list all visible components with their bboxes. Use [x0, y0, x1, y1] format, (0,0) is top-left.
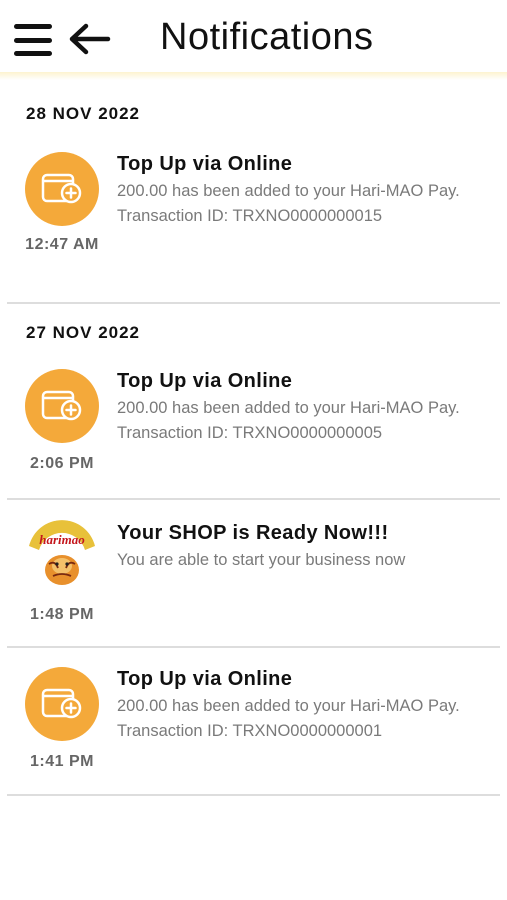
notification-item[interactable]: harimao 1:48 PM Your SHOP is Ready Now!!…	[0, 500, 507, 646]
notification-title: Top Up via Online	[117, 153, 293, 175]
notification-title: Top Up via Online	[117, 370, 293, 392]
notification-body: 200.00 has been added to your Hari-MAO P…	[117, 697, 460, 740]
notification-item[interactable]: 1:41 PM Top Up via Online 200.00 has bee…	[0, 648, 507, 794]
date-header: 27 NOV 2022	[26, 323, 141, 342]
notification-time: 2:06 PM	[30, 455, 94, 472]
hamburger-menu-icon[interactable]	[14, 24, 52, 56]
wallet-add-icon	[25, 152, 99, 226]
date-header: 28 NOV 2022	[26, 104, 141, 123]
notification-title: Top Up via Online	[117, 668, 293, 690]
back-arrow-icon[interactable]	[68, 22, 112, 56]
notification-body: 200.00 has been added to your Hari-MAO P…	[117, 182, 460, 225]
notification-item[interactable]: 12:47 AM Top Up via Online 200.00 has be…	[0, 128, 507, 302]
wallet-add-icon	[25, 667, 99, 741]
notification-body: 200.00 has been added to your Hari-MAO P…	[117, 399, 460, 442]
header-shadow	[0, 72, 507, 80]
notification-item[interactable]: 2:06 PM Top Up via Online 200.00 has bee…	[0, 344, 507, 498]
page-title: Notifications	[160, 16, 374, 58]
divider	[7, 794, 500, 796]
notification-body: You are able to start your business now	[117, 551, 406, 569]
notification-time: 12:47 AM	[25, 236, 99, 253]
notification-time: 1:41 PM	[30, 753, 94, 770]
harimao-logo: harimao	[25, 520, 99, 594]
notification-time: 1:48 PM	[30, 606, 94, 623]
notification-list: 28 NOV 2022 12:47 AM Top Up via Online 2…	[0, 88, 507, 796]
notification-title: Your SHOP is Ready Now!!!	[117, 522, 389, 544]
app-header: Notifications	[0, 0, 507, 74]
wallet-add-icon	[25, 369, 99, 443]
svg-text:harimao: harimao	[39, 532, 85, 547]
